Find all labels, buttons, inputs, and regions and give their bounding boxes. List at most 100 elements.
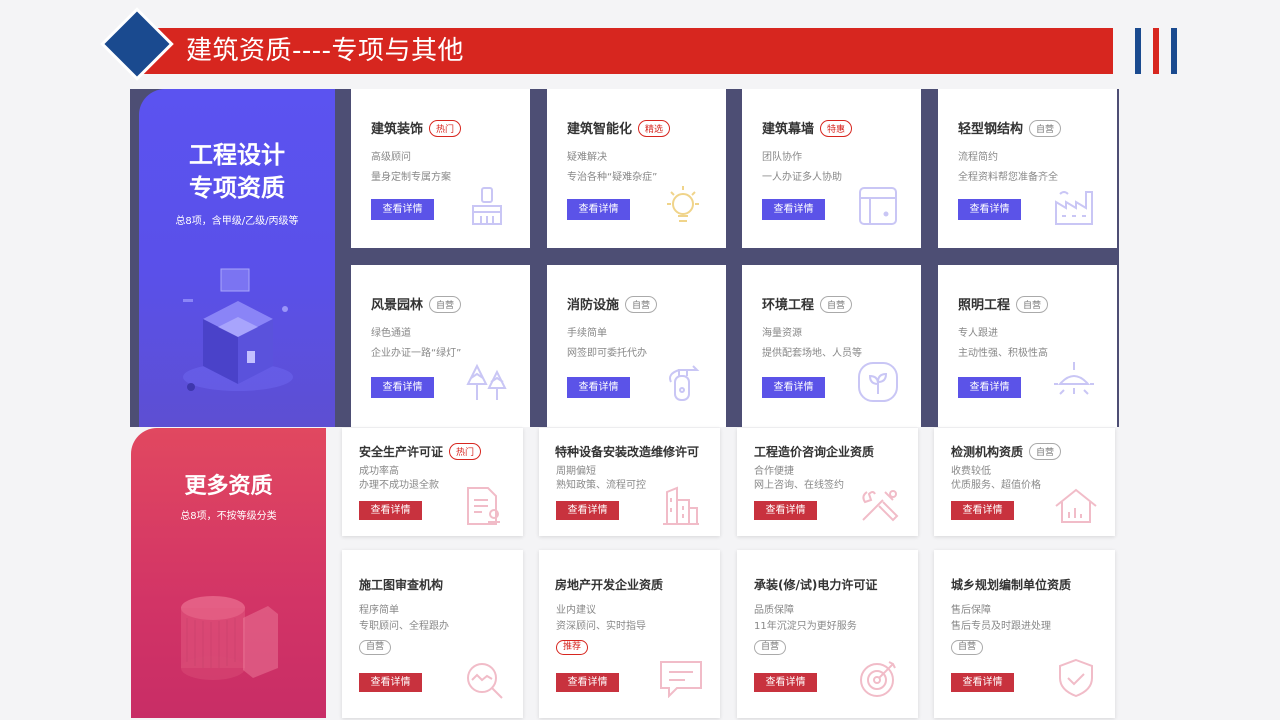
card-line1: 专人跟进 (958, 328, 998, 339)
card-line1: 品质保障 (754, 605, 794, 616)
card-line2: 主动性强、积极性高 (958, 348, 1048, 359)
self-operated-tag: 自营 (359, 640, 392, 655)
card-line1: 流程简约 (958, 152, 998, 163)
bottom-side-title: 更多资质 (184, 474, 273, 499)
view-details-button[interactable]: 查看详情 (359, 673, 422, 692)
view-details-button[interactable]: 查看详情 (762, 377, 825, 398)
card-landscape-garden[interactable]: 风景园林 自营 绿色通道 企业办证一路“绿灯” 查看详情 (351, 265, 530, 427)
fire-extinguisher-icon (669, 365, 700, 401)
recommended-tag: 推荐 (556, 640, 589, 655)
card-urban-rural-planning-qualification[interactable]: 城乡规划编制单位资质 售后保障 售后专员及时跟进处理 自营 查看详情 (934, 550, 1115, 718)
card-line1: 收费较低 (951, 466, 991, 477)
card-line2: 办理不成功退全款 (359, 480, 439, 491)
card-title: 施工图审查机构 (359, 578, 444, 592)
card-title: 建筑装饰 (371, 122, 424, 137)
view-details-button[interactable]: 查看详情 (754, 501, 817, 520)
card-title: 风景园林 (371, 298, 424, 313)
card-environmental-engineering[interactable]: 环境工程 自营 海量资源 提供配套场地、人员等 查看详情 (742, 265, 921, 427)
card-architectural-decoration[interactable]: 建筑装饰 热门 高级顾问 量身定制专属方案 查看详情 (351, 89, 530, 248)
buildings-icon (663, 486, 699, 525)
view-details-button[interactable]: 查看详情 (371, 377, 434, 398)
card-line1: 合作便捷 (754, 466, 794, 477)
view-details-button[interactable]: 查看详情 (762, 199, 825, 220)
card-title: 安全生产许可证 (359, 445, 444, 459)
magnifier-chart-icon (467, 663, 503, 699)
view-details-button[interactable]: 查看详情 (567, 199, 630, 220)
target-icon (860, 661, 896, 697)
card-light-steel-structure[interactable]: 轻型钢结构 自营 流程简约 全程资料帮您准备齐全 查看详情 (938, 89, 1117, 248)
card-title: 城乡规划编制单位资质 (951, 578, 1072, 592)
card-line2: 提供配套场地、人员等 (762, 348, 862, 359)
view-details-button[interactable]: 查看详情 (951, 501, 1014, 520)
page-title: 建筑资质----专项与其他 (186, 36, 465, 66)
card-line2: 资深顾问、实时指导 (556, 621, 646, 632)
card-lighting-engineering[interactable]: 照明工程 自营 专人跟进 主动性强、积极性高 查看详情 (938, 265, 1117, 427)
window-icon (859, 187, 897, 225)
card-cost-consulting-qualification[interactable]: 工程造价咨询企业资质 合作便捷 网上咨询、在线签约 查看详情 (737, 428, 918, 536)
card-real-estate-development-qualification[interactable]: 房地产开发企业资质 业内建议 资深顾问、实时指导 推荐 查看详情 (539, 550, 720, 718)
top-side-title: 工程设计 专项资质 (189, 141, 285, 202)
card-line1: 周期偏短 (556, 466, 596, 477)
house-chart-icon (1055, 488, 1097, 523)
card-title: 工程造价咨询企业资质 (754, 445, 875, 459)
card-title: 照明工程 (958, 298, 1011, 313)
card-line2: 11年沉淀只为更好服务 (754, 621, 857, 632)
self-operated-badge: 自营 (820, 296, 853, 313)
hot-badge: 热门 (449, 443, 482, 460)
card-building-intelligence[interactable]: 建筑智能化 精选 疑难解决 专治各种“疑难杂症” 查看详情 (547, 89, 726, 248)
card-power-installation-license[interactable]: 承装(修/试)电力许可证 品质保障 11年沉淀只为更好服务 自营 查看详情 (737, 550, 918, 718)
isometric-cylinder-illustration (181, 596, 278, 680)
card-line2: 专职顾问、全程跟办 (359, 621, 449, 632)
card-line1: 团队协作 (762, 152, 802, 163)
card-title: 消防设施 (567, 298, 620, 313)
card-curtain-wall[interactable]: 建筑幕墙 特惠 团队协作 一人办证多人协助 查看详情 (742, 89, 921, 248)
card-line1: 手续简单 (567, 328, 607, 339)
tools-icon (862, 490, 899, 522)
card-line2: 专治各种“疑难杂症” (567, 172, 658, 183)
card-fire-protection[interactable]: 消防设施 自营 手续简单 网签即可委托代办 查看详情 (547, 265, 726, 427)
hot-badge: 热门 (429, 120, 462, 137)
featured-badge: 精选 (638, 120, 671, 137)
card-title: 轻型钢结构 (958, 122, 1024, 137)
card-line1: 成功率高 (359, 466, 399, 477)
card-title: 检测机构资质 (951, 445, 1024, 459)
card-line2: 一人办证多人协助 (762, 172, 842, 183)
card-drawing-review-institution[interactable]: 施工图审查机构 程序简单 专职顾问、全程跟办 自营 查看详情 (342, 550, 523, 718)
card-line1: 业内建议 (556, 605, 596, 616)
view-details-button[interactable]: 查看详情 (951, 673, 1014, 692)
bottom-side-subtitle: 总8项，不按等级分类 (180, 511, 277, 522)
card-line2: 网上咨询、在线签约 (754, 480, 844, 491)
view-details-button[interactable]: 查看详情 (359, 501, 422, 520)
view-details-button[interactable]: 查看详情 (958, 377, 1021, 398)
card-line1: 海量资源 (762, 328, 802, 339)
card-special-equipment-license[interactable]: 特种设备安装改造维修许可 周期偏短 熟知政策、流程可控 查看详情 (539, 428, 720, 536)
card-safety-production-license[interactable]: 安全生产许可证 热门 成功率高 办理不成功退全款 查看详情 (342, 428, 523, 536)
view-details-button[interactable]: 查看详情 (958, 199, 1021, 220)
self-operated-badge: 自营 (1029, 443, 1062, 460)
card-line2: 网签即可委托代办 (567, 348, 647, 359)
card-line1: 疑难解决 (567, 152, 607, 163)
view-details-button[interactable]: 查看详情 (567, 377, 630, 398)
view-details-button[interactable]: 查看详情 (754, 673, 817, 692)
self-operated-tag: 自营 (754, 640, 787, 655)
card-line2: 全程资料帮您准备齐全 (958, 172, 1058, 183)
card-title: 承装(修/试)电力许可证 (754, 578, 878, 592)
special-offer-badge: 特惠 (820, 120, 853, 137)
self-operated-badge: 自营 (625, 296, 658, 313)
view-details-button[interactable]: 查看详情 (371, 199, 434, 220)
message-icon (660, 661, 702, 698)
view-details-button[interactable]: 查看详情 (556, 501, 619, 520)
card-title: 房地产开发企业资质 (555, 578, 664, 592)
lamp-icon (1054, 362, 1094, 395)
card-testing-institution-qualification[interactable]: 检测机构资质 自营 收费较低 优质服务、超值价格 查看详情 (934, 428, 1115, 536)
document-stamp-icon (467, 487, 500, 525)
self-operated-tag: 自营 (951, 640, 984, 655)
self-operated-badge: 自营 (1029, 120, 1062, 137)
brush-icon (472, 187, 502, 225)
title-stripes-decoration (1135, 28, 1177, 74)
view-details-button[interactable]: 查看详情 (556, 673, 619, 692)
bottom-side-panel: 更多资质 总8项，不按等级分类 (131, 428, 326, 718)
card-line2: 熟知政策、流程可控 (556, 480, 646, 491)
card-line1: 绿色通道 (371, 328, 411, 339)
shield-check-icon (1059, 658, 1093, 698)
